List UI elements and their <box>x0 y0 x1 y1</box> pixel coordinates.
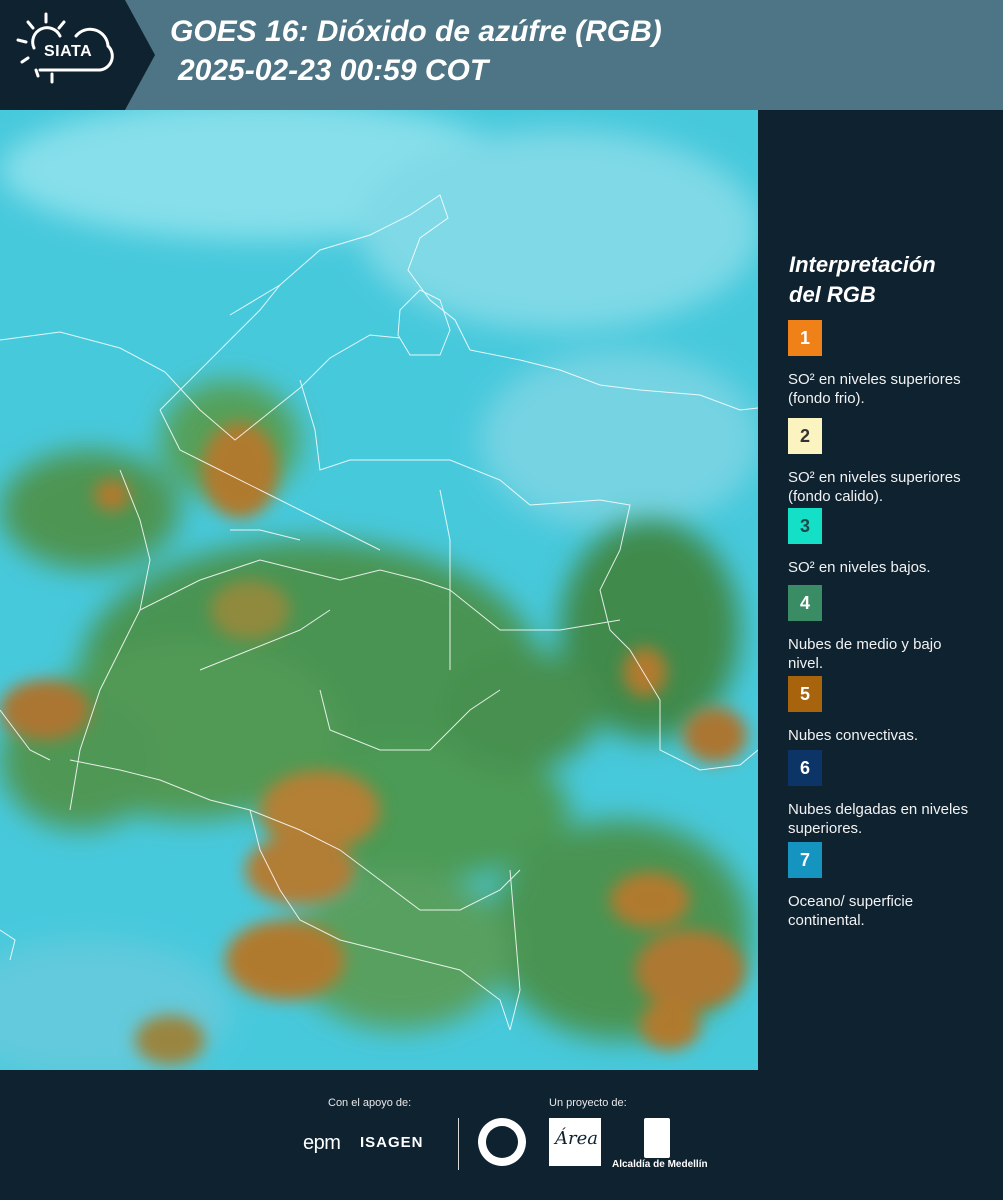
legend-text-2: SO² en niveles superiores (fondo calido)… <box>788 469 961 505</box>
legend-text-4: Nubes de medio y bajo nivel. <box>788 636 942 672</box>
area-metropolitana-logo: Área <box>549 1118 601 1166</box>
legend-text-6: Nubes delgadas en niveles superiores. <box>788 801 969 837</box>
area-mark-text: Área <box>555 1128 598 1149</box>
legend-item-7: 7 Oceano/ superficie continental. <box>788 842 988 930</box>
alcaldia-emblem-icon <box>644 1118 670 1158</box>
seal-inner <box>486 1126 518 1158</box>
page-title: GOES 16: Dióxido de azúfre (RGB) <box>170 15 662 48</box>
legend-swatch-5: 5 <box>788 676 822 712</box>
legend-panel: Interpretación del RGB 1 SO² en niveles … <box>758 110 1003 1070</box>
legend-swatch-7: 7 <box>788 842 822 878</box>
legend-text-7: Oceano/ superficie continental. <box>788 893 914 929</box>
legend-swatch-3: 3 <box>788 508 822 544</box>
legend-swatch-1: 1 <box>788 320 822 356</box>
legend-swatch-4: 4 <box>788 585 822 621</box>
legend-text-1: SO² en niveles superiores (fondo frio). <box>788 371 961 407</box>
legend-item-1: 1 SO² en niveles superiores (fondo frio)… <box>788 320 988 408</box>
legend-item-3: 3 SO² en niveles bajos. <box>788 508 988 577</box>
footer-divider <box>458 1118 459 1170</box>
medellin-seal-icon <box>478 1118 526 1166</box>
legend-swatch-2: 2 <box>788 418 822 454</box>
isagen-logo: ISAGEN <box>360 1134 424 1151</box>
siata-logo-text: SIATA <box>44 43 93 60</box>
legend-item-6: 6 Nubes delgadas en niveles superiores. <box>788 750 988 838</box>
footer-bar: Con el apoyo de: Un proyecto de: epm ISA… <box>0 1070 1003 1200</box>
legend-title-line1: Interpretación <box>789 252 936 277</box>
legend-item-4: 4 Nubes de medio y bajo nivel. <box>788 585 988 673</box>
legend-text-5: Nubes convectivas. <box>788 727 919 744</box>
alcaldia-label: Alcaldía de Medellín <box>612 1159 708 1170</box>
legend-title-line2: del RGB <box>789 282 876 307</box>
epm-logo: epm <box>303 1132 341 1154</box>
header-bar: SIATA GOES 16: Dióxido de azúfre (RGB) 2… <box>0 0 1003 110</box>
legend-text-3: SO² en niveles bajos. <box>788 559 931 576</box>
satellite-map <box>0 110 758 1070</box>
page-timestamp: 2025-02-23 00:59 COT <box>178 54 489 87</box>
legend-title: Interpretación del RGB <box>789 250 989 310</box>
legend-item-5: 5 Nubes convectivas. <box>788 676 988 745</box>
legend-item-2: 2 SO² en niveles superiores (fondo calid… <box>788 418 988 508</box>
project-label: Un proyecto de: <box>549 1097 627 1109</box>
siata-logo: SIATA <box>0 0 155 110</box>
support-label: Con el apoyo de: <box>328 1097 412 1109</box>
legend-swatch-6: 6 <box>788 750 822 786</box>
